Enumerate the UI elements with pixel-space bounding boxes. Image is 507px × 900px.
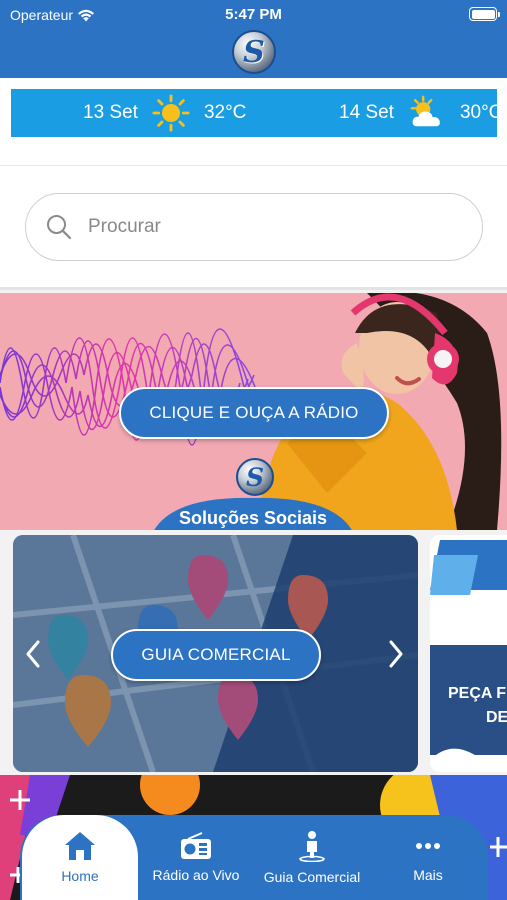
search-bar[interactable] bbox=[25, 193, 483, 261]
next-card-headline: PEÇA F bbox=[448, 685, 507, 702]
sun-icon bbox=[152, 94, 190, 132]
tab-more[interactable]: Mais bbox=[370, 815, 486, 900]
business-guide-label: GUIA COMERCIAL bbox=[141, 645, 291, 664]
listen-radio-label: CLIQUE E OUÇA A RÁDIO bbox=[149, 403, 359, 422]
chevron-left-icon bbox=[26, 640, 40, 668]
tab-live-radio[interactable]: Rádio ao Vivo bbox=[138, 815, 254, 900]
person-icon bbox=[299, 831, 325, 862]
business-guide-card[interactable]: GUIA COMERCIAL bbox=[13, 535, 418, 772]
tab-home-label: Home bbox=[61, 868, 99, 884]
tab-home[interactable]: Home bbox=[22, 815, 138, 900]
weather-temp: 30°C bbox=[459, 102, 497, 123]
sun-cloud-icon bbox=[410, 95, 440, 127]
chevron-right-icon bbox=[389, 640, 403, 668]
next-card-graphic bbox=[430, 535, 507, 772]
weather-item: 13 Set 32°C bbox=[83, 89, 246, 137]
next-card-subline: DE bbox=[486, 709, 507, 726]
carousel-prev-button[interactable] bbox=[21, 634, 45, 674]
listen-radio-button[interactable]: CLIQUE E OUÇA A RÁDIO bbox=[119, 387, 389, 439]
radio-banner[interactable]: CLIQUE E OUÇA A RÁDIO S Soluções Sociais bbox=[0, 293, 507, 530]
app-screen: Operateur 5:47 PM S 13 Set 32°C 14 Set 3… bbox=[0, 0, 507, 900]
next-card-preview[interactable]: PEÇA F DE bbox=[430, 535, 507, 772]
weather-section: 13 Set 32°C 14 Set 30°C bbox=[0, 78, 507, 166]
weather-temp: 32°C bbox=[203, 102, 247, 123]
brand-name: Soluções Sociais bbox=[178, 508, 328, 528]
weather-ticker: 13 Set 32°C 14 Set 30°C bbox=[11, 89, 497, 137]
tab-business-guide-label: Guia Comercial bbox=[263, 869, 361, 885]
tab-business-guide[interactable]: Guia Comercial bbox=[254, 815, 370, 900]
bottom-tab-bar: Home Rádio ao Vivo Guia Comercial Mais bbox=[20, 815, 488, 900]
tab-live-radio-label: Rádio ao Vivo bbox=[152, 867, 240, 883]
radio-icon bbox=[181, 832, 211, 859]
status-bar: Operateur 5:47 PM bbox=[0, 0, 507, 28]
status-time: 5:47 PM bbox=[225, 6, 282, 23]
more-icon bbox=[416, 843, 440, 849]
home-icon bbox=[65, 832, 95, 860]
app-logo[interactable]: S bbox=[232, 30, 276, 74]
weather-date: 13 Set bbox=[83, 102, 138, 123]
search-input[interactable] bbox=[88, 216, 448, 238]
tab-more-label: Mais bbox=[413, 867, 443, 883]
brand-logo: S bbox=[236, 458, 274, 496]
search-icon bbox=[47, 215, 72, 240]
business-guide-button[interactable]: GUIA COMERCIAL bbox=[111, 629, 321, 681]
carousel-next-button[interactable] bbox=[384, 634, 408, 674]
battery-icon bbox=[469, 7, 500, 21]
app-header: Operateur 5:47 PM S bbox=[0, 0, 507, 78]
weather-item: 14 Set 30°C bbox=[339, 89, 497, 137]
business-guide-carousel[interactable]: GUIA COMERCIAL PEÇA F DE bbox=[0, 530, 507, 775]
weather-date: 14 Set bbox=[339, 102, 394, 123]
search-section bbox=[0, 166, 507, 290]
